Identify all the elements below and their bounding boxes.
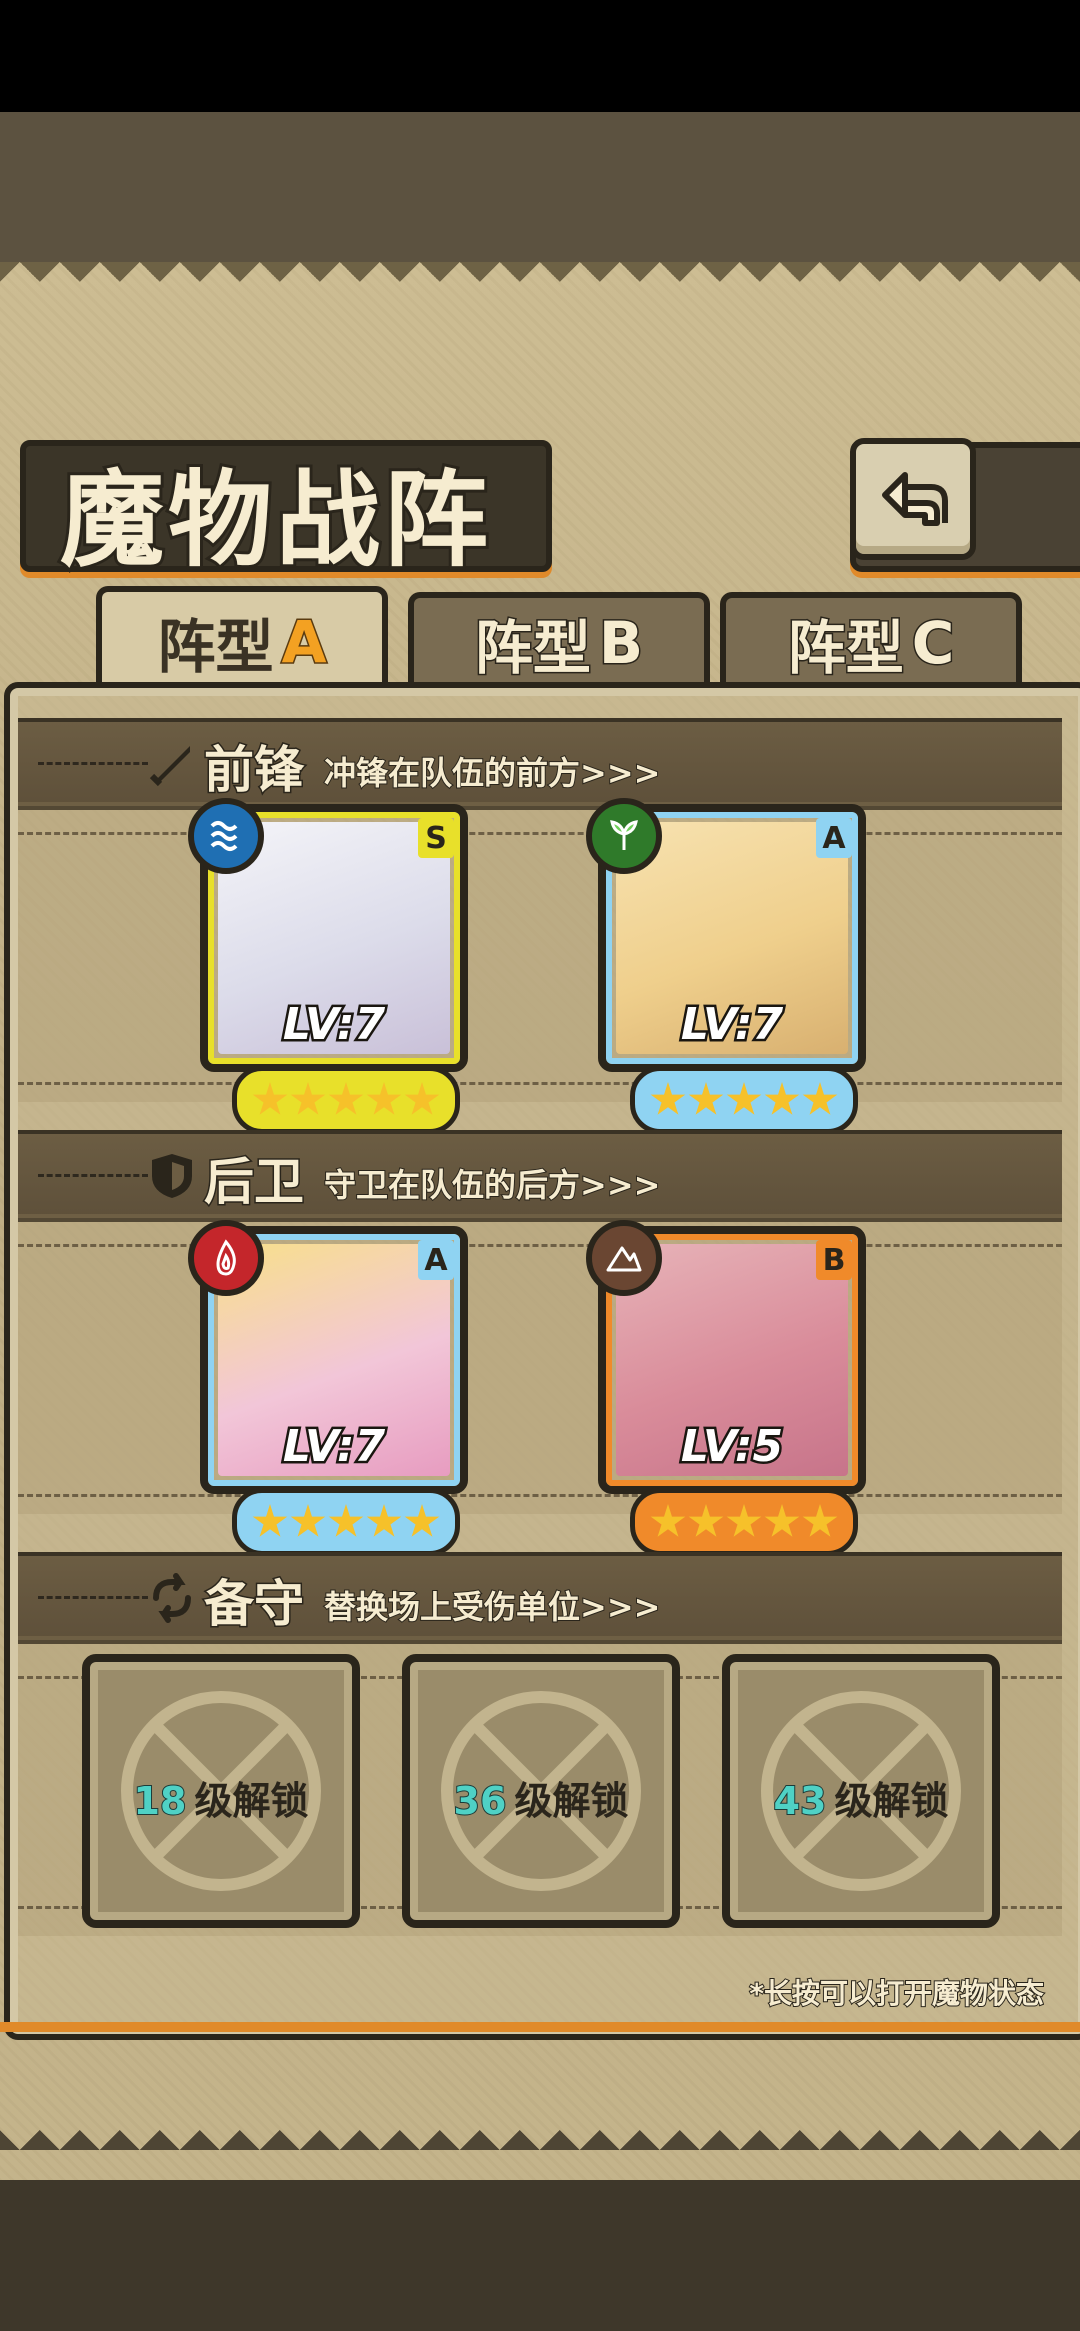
- star-rating: [232, 1488, 460, 1556]
- formation-tabs: 阵型 A 阵型 B 阵型 C: [18, 586, 1062, 692]
- unlock-level: 43: [773, 1778, 828, 1824]
- tab-formation-c[interactable]: 阵型 C: [720, 592, 1022, 688]
- tab-letter: C: [910, 608, 956, 679]
- panel-bottom-trim: [0, 2022, 1080, 2032]
- unit-level: LV:7: [280, 1419, 387, 1475]
- reserve-slot-locked[interactable]: 18 级解锁: [82, 1654, 360, 1928]
- tab-letter: A: [280, 607, 328, 678]
- unlock-level: 36: [453, 1778, 508, 1824]
- unit-level: LV:7: [678, 997, 785, 1053]
- rank-badge: A: [418, 1240, 454, 1280]
- section-desc: 冲锋在队伍的前方>>>: [323, 753, 661, 793]
- zigzag-border-top: [0, 262, 1080, 322]
- return-arrow-icon: [882, 472, 948, 526]
- unlock-text: 级解锁: [194, 1779, 309, 1823]
- section-label: 后卫: [203, 1151, 306, 1213]
- back-button[interactable]: [850, 438, 976, 560]
- water-icon: [188, 798, 264, 874]
- unlock-level: 18: [133, 1778, 188, 1824]
- tab-formation-a[interactable]: 阵型 A: [96, 586, 388, 692]
- section-reserve-header: 备守 替换场上受伤单位>>>: [18, 1552, 1062, 1644]
- unlock-text: 级解锁: [514, 1779, 629, 1823]
- tab-label: 阵型: [157, 613, 274, 681]
- tab-label: 阵型: [473, 613, 592, 684]
- reserve-slot-locked[interactable]: 43 级解锁: [722, 1654, 1000, 1928]
- fire-icon: [188, 1220, 264, 1296]
- section-label: 前锋: [203, 739, 306, 801]
- section-front-header: 前锋 冲锋在队伍的前方>>>: [18, 718, 1062, 810]
- front-row: [18, 802, 1062, 1102]
- rank-badge: B: [816, 1240, 852, 1280]
- star-rating: [630, 1488, 858, 1556]
- star-rating: [232, 1066, 460, 1134]
- reserve-slot-locked[interactable]: 36 级解锁: [402, 1654, 680, 1928]
- page-title: 魔物战阵: [57, 455, 493, 584]
- sword-icon: [149, 746, 190, 787]
- earth-icon: [586, 1220, 662, 1296]
- status-bar: [0, 0, 1080, 112]
- tab-formation-b[interactable]: 阵型 B: [408, 592, 710, 688]
- unit-level: LV:7: [280, 997, 387, 1053]
- section-desc: 守卫在队伍的后方>>>: [323, 1165, 661, 1205]
- zigzag-border-bottom: [0, 2090, 1080, 2150]
- section-rear-header: 后卫 守卫在队伍的后方>>>: [18, 1130, 1062, 1222]
- rear-row: [18, 1214, 1062, 1514]
- map-strip-bottom: [0, 2180, 1080, 2331]
- unit-level: LV:5: [678, 1419, 785, 1475]
- long-press-hint: *长按可以打开魔物状态: [748, 1976, 1045, 2011]
- rank-badge: S: [418, 818, 454, 858]
- tab-letter: B: [597, 608, 644, 679]
- swap-icon: [153, 1573, 191, 1623]
- section-desc: 替换场上受伤单位>>>: [323, 1587, 661, 1627]
- section-label: 备守: [203, 1573, 306, 1635]
- map-strip-top: [0, 112, 1080, 262]
- unlock-text: 级解锁: [834, 1779, 949, 1823]
- shield-icon: [152, 1154, 192, 1198]
- tab-label: 阵型: [786, 613, 905, 684]
- star-rating: [630, 1066, 858, 1134]
- rank-badge: A: [816, 818, 852, 858]
- leaf-icon: [586, 798, 662, 874]
